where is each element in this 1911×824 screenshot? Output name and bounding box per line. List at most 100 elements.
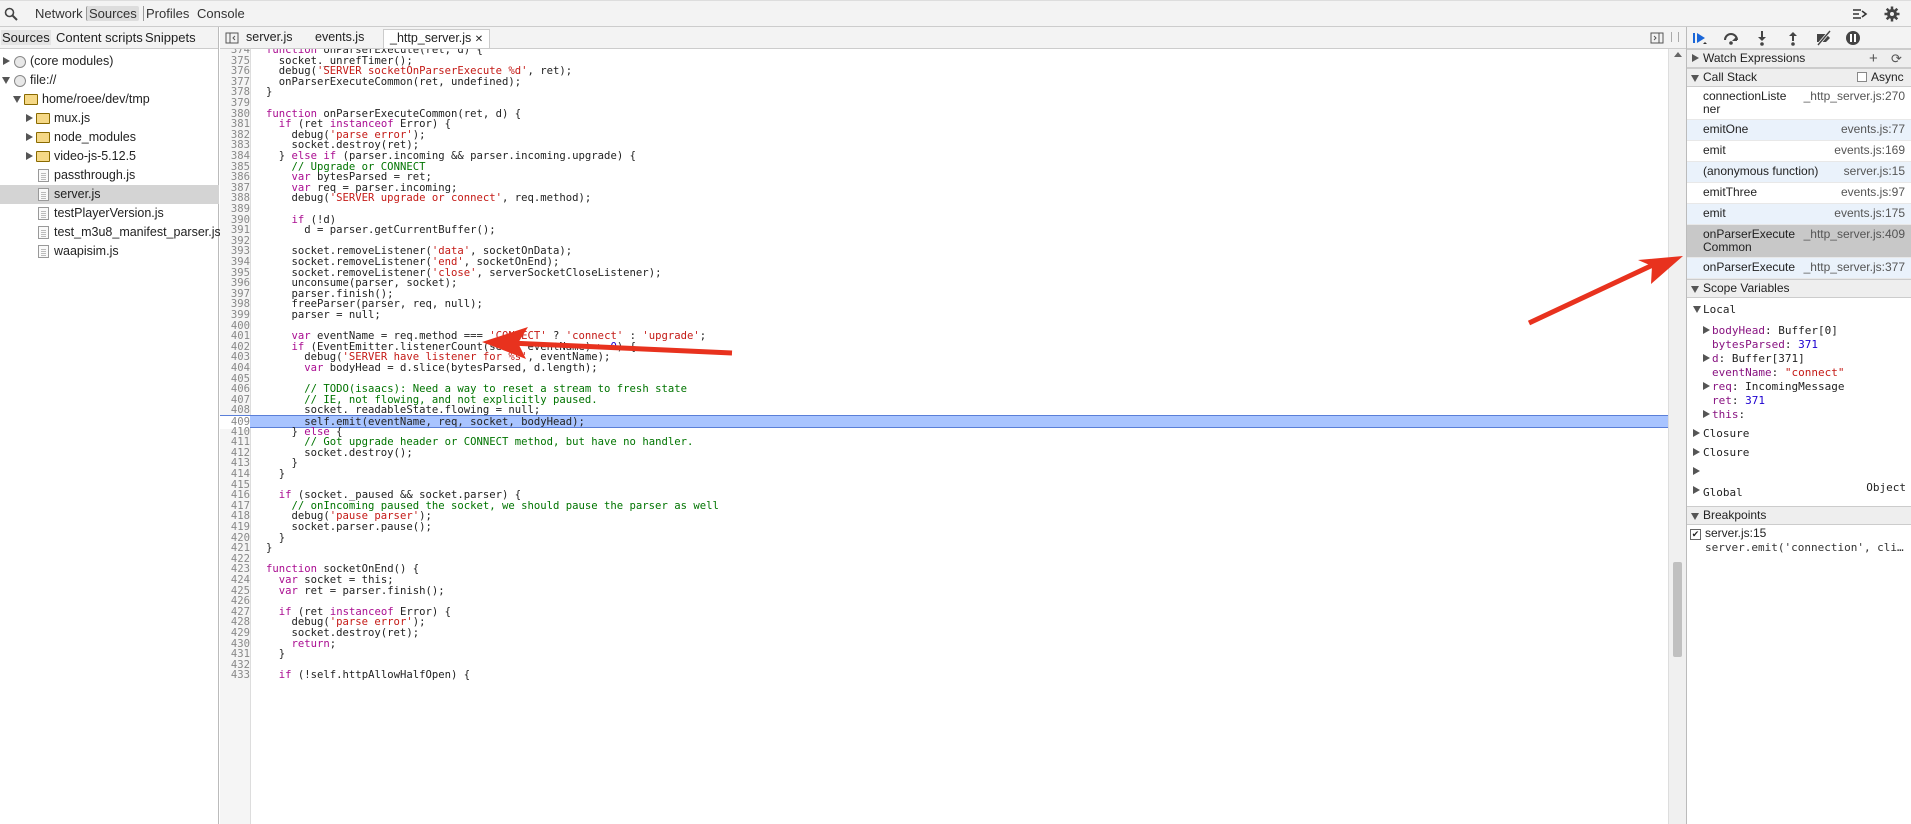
expand-arrow-icon[interactable] [3, 57, 10, 65]
step-over-icon[interactable] [1723, 30, 1739, 46]
call-frame[interactable]: emitThree events.js:97 [1687, 183, 1911, 204]
code-editor[interactable]: 374 function onParserExecute(ret, d) {375… [220, 49, 1668, 824]
var-name: this [1712, 408, 1739, 421]
tree-item-passthrough[interactable]: passthrough.js [0, 166, 219, 185]
tree-item-core-modules[interactable]: (core modules) [0, 52, 219, 71]
expand-arrow-icon[interactable] [1703, 354, 1710, 362]
expand-arrow-icon[interactable] [1693, 486, 1700, 494]
collapse-arrow-icon[interactable] [1693, 306, 1701, 313]
debugger-sidebar: Watch Expressions + ⟳ Call Stack Async c… [1686, 27, 1911, 824]
frame-location[interactable]: _http_server.js:377 [1804, 261, 1905, 274]
scope-var[interactable]: ret: 371 [1712, 394, 1765, 407]
drawer-toggle-icon[interactable] [1852, 6, 1868, 22]
editor-tab-events[interactable]: events.js [309, 29, 370, 48]
async-label: Async [1871, 70, 1904, 84]
tree-item-muxjs[interactable]: mux.js [0, 109, 219, 128]
step-into-icon[interactable] [1754, 30, 1770, 46]
toggle-debugger-icon[interactable] [1650, 31, 1664, 45]
expand-arrow-icon[interactable] [1703, 326, 1710, 334]
breakpoint-location[interactable]: server.js:15 [1705, 526, 1766, 540]
code-line[interactable]: 433 if (!self.httpAllowHalfOpen) { [220, 669, 1668, 682]
expand-arrow-icon[interactable] [1703, 382, 1710, 390]
expand-arrow-icon[interactable] [26, 133, 33, 141]
line-number[interactable]: 433 [220, 669, 250, 682]
file-icon [38, 169, 49, 182]
tab-console[interactable]: Console [195, 6, 247, 21]
file-icon [38, 188, 49, 201]
collapse-arrow-icon[interactable] [13, 96, 21, 103]
tree-item-node-modules[interactable]: node_modules [0, 128, 219, 147]
frame-location[interactable]: server.js:15 [1844, 165, 1905, 178]
search-icon[interactable] [4, 7, 18, 21]
line-text: if (!self.httpAllowHalfOpen) { [278, 669, 471, 682]
breakpoint-checkbox[interactable]: ✔ [1690, 529, 1701, 540]
scrollbar-thumb[interactable] [1673, 562, 1682, 657]
scope-variables-header[interactable]: Scope Variables [1687, 279, 1911, 298]
step-out-icon[interactable] [1785, 30, 1801, 46]
tree-item-file-origin[interactable]: file:// [0, 71, 219, 90]
resume-icon[interactable] [1692, 30, 1708, 46]
collapse-arrow-icon[interactable] [1691, 286, 1699, 293]
collapse-arrow-icon[interactable] [1691, 75, 1699, 82]
frame-location[interactable]: events.js:77 [1841, 123, 1905, 136]
tab-profiles[interactable]: Profiles [143, 6, 191, 21]
frame-location[interactable]: events.js:97 [1841, 186, 1905, 199]
tree-item-test-m3u8[interactable]: test_m3u8_manifest_parser.js [0, 223, 221, 242]
breakpoint-code[interactable]: server.emit('connection', cli… [1705, 541, 1904, 554]
tree-item-testplayerversion[interactable]: testPlayerVersion.js [0, 204, 219, 223]
section-title: Call Stack [1703, 70, 1758, 84]
tab-content-scripts[interactable]: Content scripts [55, 30, 144, 45]
editor-pane: server.js events.js _http_server.js ✕ 37… [220, 27, 1686, 824]
gear-icon[interactable] [1884, 6, 1900, 22]
expand-arrow-icon[interactable] [26, 152, 33, 160]
collapse-arrow-icon[interactable] [2, 77, 10, 84]
editor-tab-http-server[interactable]: _http_server.js ✕ [383, 29, 491, 48]
scope-label: Closure [1703, 427, 1750, 440]
tree-label: server.js [54, 187, 101, 201]
async-checkbox[interactable] [1857, 72, 1867, 82]
tab-snippets[interactable]: Snippets [144, 30, 197, 45]
expand-arrow-icon[interactable] [1703, 410, 1710, 418]
call-frame[interactable]: emitOne events.js:77 [1687, 120, 1911, 141]
tree-item-waapisim[interactable]: waapisim.js [0, 242, 219, 261]
refresh-icon[interactable]: ⟳ [1891, 50, 1902, 67]
pause-on-exceptions-icon[interactable] [1845, 30, 1861, 46]
expand-arrow-icon[interactable] [1693, 467, 1700, 475]
pane-splitter[interactable] [1671, 32, 1679, 42]
scope-var[interactable]: bytesParsed: 371 [1712, 338, 1818, 351]
tree-item-tmp-folder[interactable]: home/roee/dev/tmp [0, 90, 219, 109]
toggle-navigator-icon[interactable] [225, 31, 239, 45]
expand-arrow-icon[interactable] [1693, 429, 1700, 437]
call-stack-header[interactable]: Call Stack Async [1687, 68, 1911, 87]
scope-label: Global [1703, 486, 1743, 499]
folder-icon [36, 132, 50, 143]
scroll-up-icon[interactable] [1674, 52, 1682, 57]
collapse-arrow-icon[interactable] [1691, 513, 1699, 520]
frame-location[interactable]: _http_server.js:409 [1804, 228, 1905, 241]
expand-arrow-icon[interactable] [26, 114, 33, 122]
close-tab-icon[interactable]: ✕ [475, 34, 483, 45]
deactivate-breakpoints-icon[interactable] [1816, 30, 1832, 46]
editor-scrollbar[interactable] [1668, 49, 1686, 824]
frame-location[interactable]: events.js:175 [1834, 207, 1905, 220]
expand-arrow-icon[interactable] [1692, 54, 1699, 62]
call-frame-selected[interactable]: onParserExecuteCommon _http_server.js:409 [1687, 225, 1911, 258]
watch-expressions-header[interactable]: Watch Expressions + ⟳ [1687, 49, 1911, 68]
tab-network[interactable]: Network [33, 6, 85, 21]
tree-item-videojs[interactable]: video-js-5.12.5 [0, 147, 219, 166]
scope-var[interactable]: eventName: "connect" [1712, 366, 1844, 379]
call-frame[interactable]: connectionListener _http_server.js:270 [1687, 87, 1911, 120]
call-frame[interactable]: emit events.js:175 [1687, 204, 1911, 225]
tree-item-serverjs[interactable]: server.js [0, 185, 219, 204]
frame-location[interactable]: _http_server.js:270 [1804, 90, 1905, 103]
tab-sources[interactable]: Sources [86, 6, 139, 21]
tab-sources-nav[interactable]: Sources [1, 30, 51, 45]
editor-tab-server[interactable]: server.js [240, 29, 299, 48]
call-frame[interactable]: onParserExecute _http_server.js:377 [1687, 258, 1911, 279]
call-frame[interactable]: emit events.js:169 [1687, 141, 1911, 162]
add-watch-icon[interactable]: + [1869, 50, 1878, 67]
expand-arrow-icon[interactable] [1693, 448, 1700, 456]
breakpoints-header[interactable]: Breakpoints [1687, 506, 1911, 525]
call-frame[interactable]: (anonymous function) server.js:15 [1687, 162, 1911, 183]
frame-location[interactable]: events.js:169 [1834, 144, 1905, 157]
